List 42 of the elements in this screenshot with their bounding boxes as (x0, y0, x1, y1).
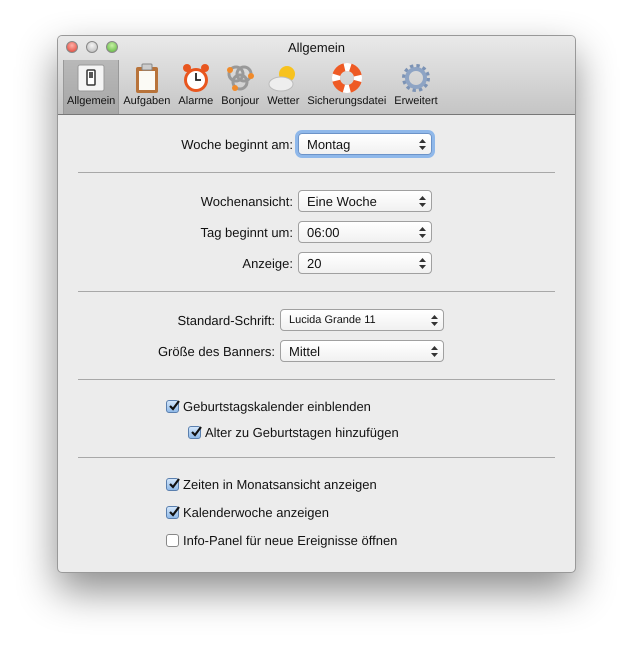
toolbar-tab[interactable]: Aufgaben (119, 60, 174, 114)
up-down-arrows-icon (431, 346, 438, 356)
popup-menu[interactable]: Mittel (280, 340, 444, 362)
window-title: Allgemein (288, 40, 346, 54)
up-down-arrows-icon (419, 258, 426, 268)
up-down-arrows-icon (431, 314, 438, 326)
up-down-arrows-icon (419, 138, 426, 150)
checkbox-label: Zeiten in Monatsansicht anzeigen (183, 477, 377, 492)
checkbox[interactable] (166, 400, 179, 413)
field-label: Woche beginnt am: (180, 136, 293, 152)
gear-icon (400, 62, 432, 94)
toolbar-tab[interactable]: Allgemein (63, 60, 120, 114)
field-label: Größe des Banners: (156, 344, 275, 358)
toolbar-tab[interactable]: Bonjour (217, 60, 264, 114)
up-down-arrows-icon (419, 196, 426, 206)
popup-menu[interactable]: Eine Woche (298, 190, 432, 212)
checkbox[interactable] (188, 426, 201, 439)
checkbox-label: Geburtstagskalender einblenden (183, 399, 371, 414)
popup-menu[interactable]: Montag (298, 133, 432, 155)
toolbar-tab[interactable]: Sicherungsdatei (303, 60, 390, 114)
checkbox-label: Kalenderwoche anzeigen (183, 505, 329, 520)
toolbar-tab[interactable]: Alarme (174, 60, 218, 114)
checkbox[interactable] (166, 534, 179, 547)
field-label: Tag beginnt um: (199, 224, 293, 240)
popup-menu[interactable]: 20 (298, 252, 432, 274)
toolbar-tab[interactable]: Wetter (263, 60, 304, 114)
up-down-arrows-icon (419, 226, 426, 238)
minimize-button[interactable] (86, 41, 98, 53)
checkbox[interactable] (166, 478, 179, 491)
field-label: Wochenansicht: (200, 194, 293, 208)
toggle-switch-icon (75, 62, 108, 94)
toolbar-tab[interactable]: Erweitert (390, 60, 442, 114)
field-label: Anzeige: (241, 256, 293, 270)
popup-menu[interactable]: 06:00 (298, 221, 432, 243)
checkbox[interactable] (166, 506, 179, 519)
checkbox-label: Alter zu Geburtstagen hinzufügen (205, 425, 399, 440)
checkbox-label: Info-Panel für neue Ereignisse öffnen (183, 533, 398, 548)
zoom-button[interactable] (106, 41, 118, 53)
lifebuoy-icon (330, 62, 363, 94)
popup-menu[interactable]: Lucida Grande 11 (280, 309, 444, 331)
field-label: Standard-Schrift: (176, 312, 275, 328)
close-button[interactable] (66, 41, 78, 53)
